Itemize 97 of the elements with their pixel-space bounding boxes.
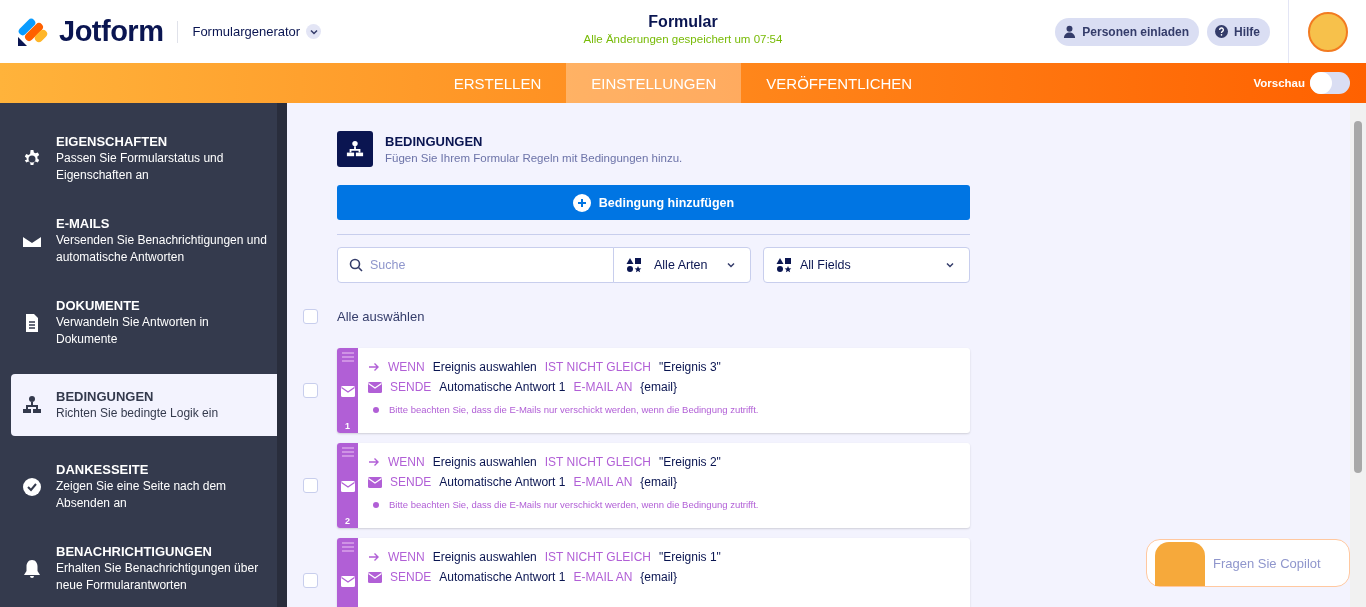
sidebar-item-description: Versenden Sie Benachrichtigungen und automatische Antworten (56, 232, 268, 266)
person-icon (1063, 25, 1077, 38)
sidebar-item-title: E-MAILS (56, 216, 111, 231)
sidebar-item[interactable]: E-MAILS Versenden Sie Benachrichtigungen und automatische Antworten (11, 210, 277, 272)
bullet-icon (373, 501, 379, 508)
preview-toggle[interactable] (1310, 72, 1350, 94)
sidebar-item-description: Passen Sie Formularstatus und Eigenschaften an (56, 150, 225, 184)
checkbox[interactable] (303, 309, 318, 324)
rule-value: "Ereignis 2" (659, 455, 721, 469)
rule-operator: IST NICHT GLEICH (544, 550, 651, 564)
envelope-icon (368, 571, 382, 583)
drag-handle-icon (341, 447, 354, 457)
section-title: BEDINGUNGEN (385, 134, 484, 149)
rule-operator: E-MAIL AN (573, 570, 633, 584)
arrow-right-icon (368, 552, 380, 562)
rule-value: "Ereignis 3" (659, 360, 721, 374)
plus-circle-icon (572, 193, 591, 212)
sidebar-item-description: Richten Sie bedingte Logik ein (56, 404, 219, 422)
checkmark-icon (22, 477, 42, 497)
avatar[interactable] (1307, 11, 1348, 52)
drag-handle-icon (341, 352, 354, 362)
rule-operator: E-MAIL AN (573, 380, 633, 394)
field-filter-dropdown[interactable]: All Fields (763, 247, 970, 283)
rule-value: {email} (640, 475, 678, 489)
sidebar-item-title: DOKUMENTE (56, 298, 141, 313)
rule-note: Bitte beachten Sie, dass die E-Mails nur verschickt werden, wenn die Bedingung zutrifft. (389, 499, 759, 510)
rule-field: Automatische Antwort 1 (439, 380, 566, 394)
rule-field: Automatische Antwort 1 (439, 475, 566, 489)
rule-field: Ereignis auswahlen (432, 360, 537, 374)
select-all-label: Alle auswählen (337, 309, 425, 324)
bell-icon (22, 559, 42, 579)
builder-menu[interactable]: Formulargenerator (192, 24, 322, 39)
envelope-icon (340, 576, 355, 587)
rule-keyword: WENN (388, 360, 425, 374)
sidebar-item[interactable]: BENACHRICHTIGUNGEN Erhalten Sie Benachrichtigungen über neue Formularantworten (11, 538, 277, 600)
rule-field: Automatische Antwort 1 (439, 570, 566, 584)
rule-keyword: SENDE (390, 380, 432, 394)
sidebar-item-title: EIGENSCHAFTEN (56, 134, 169, 149)
envelope-icon (340, 481, 355, 492)
bullet-icon (373, 406, 379, 413)
mascot-placeholder (1155, 542, 1205, 586)
sidebar-item[interactable]: BEDINGUNGEN Richten Sie bedingte Logik ein (11, 374, 277, 436)
rule-operator: IST NICHT GLEICH (544, 360, 651, 374)
sidebar-item[interactable]: DANKESSEITE Zeigen Sie eine Seite nach dem Absenden an (11, 456, 277, 518)
type-filter-dropdown[interactable]: Alle Arten (613, 247, 751, 283)
sidebar-item[interactable]: EIGENSCHAFTEN Passen Sie Formularstatus und Eigenschaften an (11, 128, 277, 190)
add-condition-button[interactable]: Bedingung hinzufügen (337, 185, 970, 220)
sidebar-item-description: Verwandeln Sie Antworten in Dokumente (56, 314, 210, 348)
checkbox[interactable] (303, 383, 318, 398)
rule-card[interactable]: 2 WENN Ereignis auswahlen IST NICHT GLEICH "Ereignis 2" SENDE Automatische Antwort 1 E-MAIL AN {email} Bitte beachten Sie, dass die E-Mails nur verschickt werden, wenn die Bedingung zutrifft. (337, 443, 970, 528)
hierarchy-icon (346, 140, 364, 158)
rule-card[interactable]: WENN Ereignis auswahlen IST NICHT GLEICH "Ereignis 1" SENDE Automatische Antwort 1 E-MAIL AN {email} (337, 538, 970, 607)
shapes-icon (626, 257, 642, 273)
sidebar-item-description: Zeigen Sie eine Seite nach dem Absenden an (56, 478, 228, 512)
scrollbar[interactable] (1350, 103, 1366, 607)
rule-keyword: SENDE (390, 475, 432, 489)
rule-value: {email} (640, 570, 678, 584)
hierarchy-icon (22, 395, 42, 415)
rule-keyword: WENN (388, 550, 425, 564)
envelope-icon (368, 381, 382, 393)
rule-keyword: SENDE (390, 570, 432, 584)
invite-button[interactable]: Personen einladen (1055, 17, 1199, 46)
rule-number: 2 (345, 516, 350, 526)
rule-value: "Ereignis 1" (659, 550, 721, 564)
save-status: Alle Änderungen gespeichert um 07:54 (583, 33, 783, 45)
rule-operator: IST NICHT GLEICH (544, 455, 651, 469)
help-button[interactable]: Hilfe (1207, 17, 1270, 46)
envelope-icon (368, 476, 382, 488)
help-icon (1215, 25, 1228, 38)
search-icon (349, 258, 363, 272)
rule-note: Bitte beachten Sie, dass die E-Mails nur verschickt werden, wenn die Bedingung zutrifft. (389, 404, 759, 415)
sidebar-item[interactable]: DOKUMENTE Verwandeln Sie Antworten in Dokumente (11, 292, 277, 354)
rule-number: 1 (345, 421, 350, 431)
chevron-down-icon (945, 260, 955, 270)
sidebar-item-title: BEDINGUNGEN (56, 388, 155, 404)
arrow-right-icon (368, 457, 380, 467)
sidebar-item-title: BENACHRICHTIGUNGEN (56, 544, 213, 559)
rule-keyword: WENN (388, 455, 425, 469)
checkbox[interactable] (303, 478, 318, 493)
rule-card[interactable]: 1 WENN Ereignis auswahlen IST NICHT GLEICH "Ereignis 3" SENDE Automatische Antwort 1 E-MAIL AN {email} Bitte beachten Sie, dass die E-Mails nur verschickt werden, wenn die Bedingung zutrifft. (337, 348, 970, 433)
form-title: Formular (648, 13, 718, 31)
drag-handle-icon (341, 542, 354, 552)
checkbox[interactable] (303, 573, 318, 588)
rule-value: {email} (640, 380, 678, 394)
logo-wordmark: Jotform (59, 15, 164, 48)
shapes-icon (776, 257, 792, 273)
arrow-right-icon (368, 362, 380, 372)
rule-field: Ereignis auswahlen (432, 455, 537, 469)
preview-label: Vorschau (1253, 77, 1305, 89)
sidebar-item-description: Erhalten Sie Benachrichtigungen über neue Formularantworten (56, 560, 260, 594)
rule-operator: E-MAIL AN (573, 475, 633, 489)
search-field[interactable]: Suche (337, 247, 614, 283)
section-subtitle: Fügen Sie Ihrem Formular Regeln mit Bedingungen hinzu. (385, 152, 683, 164)
rule-field: Ereignis auswahlen (432, 550, 537, 564)
chevron-down-icon (726, 260, 736, 270)
envelope-icon (340, 386, 355, 397)
sidebar-item-title: DANKESSEITE (56, 462, 150, 477)
